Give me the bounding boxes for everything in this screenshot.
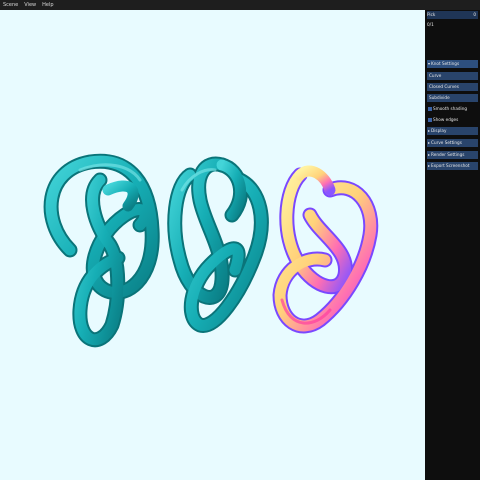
chevron-right-icon: ▸ xyxy=(428,128,431,133)
section-render-settings[interactable]: ▸Render Settings xyxy=(427,151,478,159)
section-knot-settings-label: Knot Settings xyxy=(431,61,460,66)
checkbox-icon xyxy=(428,118,432,122)
row-subdivide[interactable]: Subdivide xyxy=(427,94,478,102)
chevron-right-icon: ▸ xyxy=(428,152,431,157)
section-export-screenshot-label: Export Screenshot xyxy=(431,163,470,168)
pick-subtext: 0/1 xyxy=(427,22,434,27)
knot-1 xyxy=(43,153,160,348)
section-curve-settings[interactable]: ▸Curve Settings xyxy=(427,139,478,147)
row-curve[interactable]: Curve xyxy=(427,72,478,80)
checkbox-smooth-shading[interactable]: Smooth shading xyxy=(427,105,478,113)
section-display-label: Display xyxy=(431,128,447,133)
section-render-settings-label: Render Settings xyxy=(431,152,465,157)
row-subdivide-label: Subdivide xyxy=(429,95,450,100)
pick-value: 0 xyxy=(473,12,476,17)
checkbox-icon xyxy=(428,107,432,111)
section-curve-settings-label: Curve Settings xyxy=(431,140,462,145)
chevron-right-icon: ▸ xyxy=(428,140,431,145)
knot-render xyxy=(43,153,379,348)
menu-item-scene[interactable]: Scene xyxy=(3,0,18,10)
checkbox-smooth-shading-label: Smooth shading xyxy=(433,106,468,111)
section-knot-settings[interactable]: ▾Knot Settings xyxy=(427,60,478,68)
checkbox-show-edges[interactable]: Show edges xyxy=(427,116,478,124)
side-panel: Pick 0 0/1 ▾Knot Settings Curve Closed C… xyxy=(425,10,480,480)
pick-label: Pick xyxy=(427,12,436,17)
chevron-down-icon: ▾ xyxy=(428,61,431,66)
checkbox-show-edges-label: Show edges xyxy=(433,117,459,122)
menu-bar: Scene View Help xyxy=(0,0,480,10)
section-display[interactable]: ▸Display xyxy=(427,127,478,135)
chevron-right-icon: ▸ xyxy=(428,163,431,168)
section-export-screenshot[interactable]: ▸Export Screenshot xyxy=(427,162,478,170)
menu-item-view[interactable]: View xyxy=(24,0,36,10)
row-curve-label: Curve xyxy=(429,73,442,78)
knot-2 xyxy=(167,156,269,333)
pick-field[interactable]: Pick 0 xyxy=(427,11,478,19)
row-closed-curves[interactable]: Closed Curves xyxy=(427,83,478,91)
3d-viewport[interactable] xyxy=(0,10,425,480)
menu-item-help[interactable]: Help xyxy=(42,0,53,10)
row-closed-curves-label: Closed Curves xyxy=(429,84,459,89)
knot-3 xyxy=(272,165,379,334)
